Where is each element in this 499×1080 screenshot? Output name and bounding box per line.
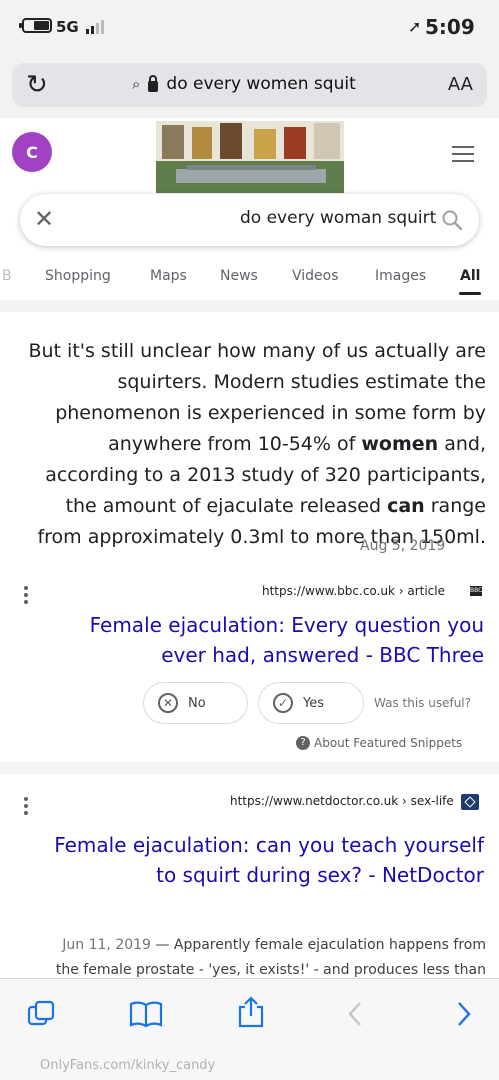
bbc-cite-row: https://www.bbc.co.uk › article BBC (0, 582, 499, 604)
avatar[interactable]: C (12, 132, 52, 172)
result2-snippet-line1: Jun 11, 2019 — Apparently female ejacula… (62, 937, 486, 953)
hamburger-menu-icon[interactable] (452, 146, 474, 162)
reload-icon[interactable]: ↻ (26, 71, 48, 99)
address-bar[interactable]: ↻ ⌕ do every women squit AA (12, 63, 487, 107)
signal-icon (86, 18, 104, 34)
help-icon: ? (296, 736, 310, 750)
result2-date: Jun 11, 2019 (62, 937, 151, 953)
tab-maps[interactable]: Maps (150, 268, 187, 284)
tab-videos[interactable]: Videos (292, 268, 339, 284)
network-label: 5G (56, 18, 79, 36)
divider (0, 762, 499, 774)
x-circle-icon: ✕ (158, 693, 178, 713)
tab-all[interactable]: All (460, 268, 480, 284)
more-options-icon[interactable] (24, 586, 28, 607)
search-icon: ⌕ (132, 75, 141, 93)
tab-images[interactable]: Images (375, 268, 426, 284)
netdoctor-favicon-icon (461, 794, 479, 810)
search-tabs: All Images Videos News Maps Shopping B (0, 262, 499, 300)
tab-shopping[interactable]: Shopping (45, 268, 111, 284)
bbc-favicon-icon: BBC (470, 586, 483, 596)
clock: 5:09 (425, 15, 475, 39)
snippet-date: Aug 5, 2019 (360, 538, 446, 554)
check-circle-icon: ✓ (273, 693, 293, 713)
search-icon[interactable] (441, 209, 463, 231)
highlight-can: can (387, 495, 425, 517)
highlight-women: women (361, 433, 439, 455)
google-header: C (0, 118, 499, 196)
more-options-icon[interactable] (24, 797, 28, 818)
tab-books[interactable]: B (2, 268, 12, 284)
about-featured-snippets[interactable]: ? About Featured Snippets (296, 736, 462, 750)
no-button[interactable]: ✕ No (143, 682, 248, 724)
lock-icon (148, 74, 159, 92)
netdoctor-cite[interactable]: https://www.netdoctor.co.uk › sex-life (230, 794, 454, 808)
tabs-icon[interactable] (26, 999, 56, 1029)
url-text: do every women squit (166, 74, 356, 94)
browser-address-area: ↻ ⌕ do every women squit AA (0, 56, 499, 118)
location-icon: ➚ (408, 17, 422, 36)
bbc-result-title[interactable]: Female ejaculation: Every question you e… (40, 610, 484, 670)
reader-settings-button[interactable]: AA (448, 74, 473, 95)
forward-icon[interactable] (345, 999, 367, 1029)
share-icon[interactable] (236, 995, 266, 1029)
search-input[interactable]: do every woman squirt (240, 208, 436, 228)
url-field[interactable]: ⌕ do every women squit (132, 74, 412, 94)
clear-icon[interactable]: ✕ (34, 205, 54, 233)
back-icon[interactable] (452, 999, 474, 1029)
active-tab-indicator (459, 292, 481, 295)
divider (0, 300, 499, 312)
search-box[interactable]: ✕ do every woman squirt (20, 194, 479, 246)
watermark: OnlyFans.com/kinky_candy (40, 1058, 216, 1073)
tab-news[interactable]: News (220, 268, 258, 284)
useful-label: Was this useful? (374, 696, 472, 710)
status-bar: 5G ➚ 5:09 (0, 0, 499, 56)
battery-icon (19, 18, 52, 33)
bbc-cite[interactable]: https://www.bbc.co.uk › article (262, 584, 445, 598)
netdoctor-result-title[interactable]: Female ejaculation: can you teach yourse… (40, 830, 484, 890)
doodle-logo[interactable] (156, 121, 344, 193)
useful-feedback: ✕ No ✓ Yes Was this useful? (0, 682, 499, 724)
featured-snippet-text: But it's still unclear how many of us ac… (28, 340, 486, 548)
yes-button[interactable]: ✓ Yes (258, 682, 364, 724)
bookmarks-icon[interactable] (129, 999, 163, 1029)
